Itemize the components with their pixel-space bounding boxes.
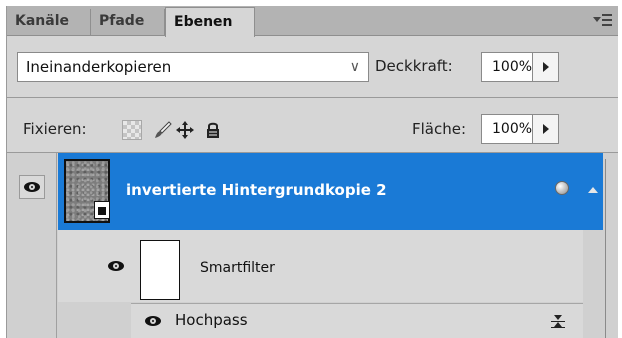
tab-channels[interactable]: Kanäle	[7, 9, 91, 36]
filter-mask-thumbnail[interactable]	[140, 240, 180, 300]
smartfilter-row[interactable]: Smartfilter	[58, 230, 583, 302]
tab-layers[interactable]: Ebenen	[165, 7, 255, 37]
filter-name: Hochpass	[175, 311, 248, 329]
layer-list: invertierte Hintergrundkopie 2 Smartfilt…	[7, 153, 618, 338]
fill-value: 100%	[492, 121, 533, 137]
padlock-icon[interactable]	[203, 120, 223, 140]
brush-lock-icon[interactable]	[153, 120, 173, 140]
fill-label: Fläche:	[412, 120, 467, 138]
opacity-value: 100%	[492, 59, 533, 75]
eye-icon[interactable]	[108, 261, 124, 271]
filter-blending-options-icon[interactable]	[551, 314, 565, 328]
scroll-track[interactable]	[605, 159, 606, 338]
smart-filter-indicator-icon[interactable]	[555, 181, 569, 195]
chevron-down-icon: ∨	[349, 59, 360, 75]
blend-mode-select[interactable]: Ineinanderkopieren ∨	[17, 52, 369, 82]
blend-mode-value: Ineinanderkopieren	[26, 58, 172, 76]
filter-row-highpass[interactable]: Hochpass	[131, 303, 583, 338]
divider	[7, 97, 618, 98]
visibility-column	[7, 153, 57, 338]
opacity-slider-arrow-icon[interactable]	[532, 53, 558, 81]
panel-tab-bar: Kanäle Pfade Ebenen	[7, 6, 618, 37]
opacity-label: Deckkraft:	[375, 57, 453, 75]
eye-icon	[24, 182, 40, 192]
lock-label: Fixieren:	[23, 120, 87, 138]
transparency-lock-icon[interactable]	[122, 120, 142, 140]
scrollbar[interactable]	[583, 153, 618, 338]
layer-name[interactable]: invertierte Hintergrundkopie 2	[126, 181, 387, 199]
smartfilter-label: Smartfilter	[200, 260, 275, 276]
fill-field[interactable]: 100%	[481, 114, 559, 144]
tab-paths[interactable]: Pfade	[91, 9, 165, 36]
fill-slider-arrow-icon[interactable]	[532, 115, 558, 143]
layers-panel: Kanäle Pfade Ebenen Ineinanderkopieren ∨…	[6, 6, 618, 338]
panel-menu-icon[interactable]	[593, 12, 613, 28]
layer-thumbnail[interactable]	[64, 159, 110, 223]
eye-icon[interactable]	[145, 316, 161, 326]
opacity-field[interactable]: 100%	[481, 52, 559, 82]
layer-row-selected[interactable]: invertierte Hintergrundkopie 2	[58, 153, 583, 230]
smart-object-icon	[94, 201, 110, 219]
layer-visibility-toggle[interactable]	[19, 175, 45, 199]
move-lock-icon[interactable]	[175, 120, 195, 140]
scroll-up-arrow-icon[interactable]	[583, 153, 603, 230]
